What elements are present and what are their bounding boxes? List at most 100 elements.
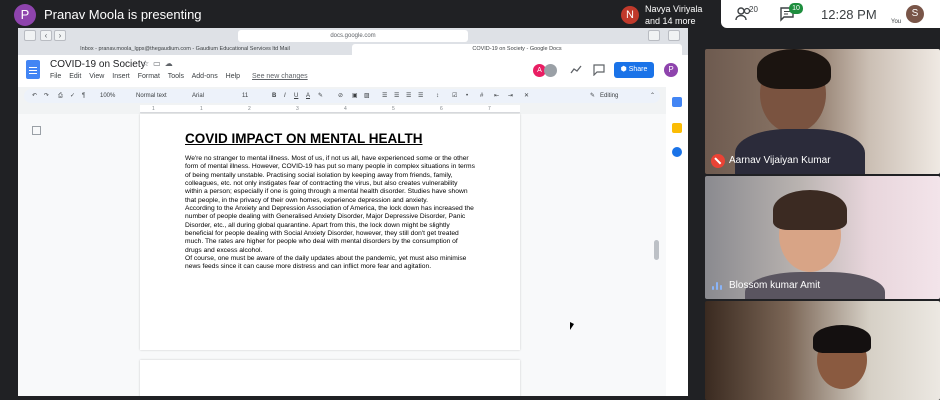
hide-menus-icon[interactable]: ⌃: [650, 91, 655, 101]
star-icon[interactable]: ☆: [142, 59, 153, 68]
bullet-list-icon[interactable]: •: [466, 91, 468, 101]
cloud-status-icon[interactable]: ☁: [165, 59, 177, 68]
paragraph-2: According to the Anxiety and Depression …: [185, 205, 474, 254]
document-page[interactable]: COVID IMPACT ON MENTAL HEALTH We're no s…: [140, 114, 520, 350]
participant-tile[interactable]: [705, 301, 940, 400]
join-notification[interactable]: N Navya Viriyala and 14 more: [617, 2, 711, 28]
document-scrollbar[interactable]: [654, 240, 659, 260]
menu-insert[interactable]: Insert: [112, 73, 130, 80]
comment-icon[interactable]: [593, 64, 605, 76]
insert-image-icon[interactable]: ▨: [364, 91, 370, 101]
align-justify-icon[interactable]: ☰: [418, 91, 423, 101]
menu-add-ons[interactable]: Add-ons: [192, 73, 218, 80]
meet-window: P Pranav Moola is presenting N Navya Vir…: [0, 0, 940, 400]
meet-controls: 20 10 12:28 PM S You: [721, 0, 940, 28]
add-comment-icon[interactable]: ▣: [352, 91, 358, 101]
collaborator-avatar-2[interactable]: [544, 64, 557, 77]
text-color-button[interactable]: A: [306, 91, 310, 101]
sidebar-toggle-button[interactable]: [24, 30, 36, 41]
zoom-select[interactable]: 100%: [100, 90, 115, 102]
activity-trend-icon[interactable]: [570, 64, 582, 76]
align-left-icon[interactable]: ☰: [382, 91, 387, 101]
account-avatar[interactable]: P: [664, 63, 678, 77]
spellcheck-icon[interactable]: ✓: [70, 91, 75, 101]
print-icon[interactable]: ⎙: [58, 91, 63, 101]
address-bar[interactable]: docs.google.com: [238, 30, 468, 42]
presenter-avatar: P: [14, 4, 36, 26]
back-button[interactable]: ‹: [40, 30, 52, 41]
docs-header: COVID-19 on Society ☆▭☁ File Edit View I…: [18, 55, 688, 87]
font-size-select[interactable]: 11: [242, 90, 248, 102]
decrease-indent-icon[interactable]: ⇤: [494, 91, 499, 101]
lock-icon: ⬢: [620, 66, 627, 73]
menu-tools[interactable]: Tools: [168, 73, 184, 80]
numbered-list-icon[interactable]: #: [480, 91, 483, 101]
ruler-mark: 7: [488, 106, 491, 112]
undo-icon[interactable]: ↶: [32, 91, 37, 101]
highlight-icon[interactable]: ✎: [318, 91, 323, 101]
share-button[interactable]: ⬢ Share: [614, 62, 654, 78]
speaking-indicator-icon: [712, 282, 724, 290]
see-new-changes-link[interactable]: See new changes: [252, 73, 308, 80]
style-select[interactable]: Normal text: [136, 90, 167, 102]
italic-button[interactable]: I: [284, 91, 286, 101]
ruler[interactable]: 1 1 2 3 4 5 6 7: [140, 105, 520, 113]
mouse-pointer-icon: [570, 322, 574, 330]
participant-tile[interactable]: Aarnav Vijaiyan Kumar: [705, 49, 940, 174]
move-folder-icon[interactable]: ▭: [153, 59, 165, 68]
ruler-mark: 2: [248, 106, 251, 112]
document-page-2[interactable]: [140, 360, 520, 396]
align-right-icon[interactable]: ☰: [406, 91, 411, 101]
checklist-icon[interactable]: ☑: [452, 91, 457, 101]
presenting-banner: Pranav Moola is presenting: [44, 7, 202, 22]
document-outline-icon[interactable]: [32, 126, 41, 135]
editing-mode-select[interactable]: Editing: [600, 90, 618, 102]
clear-formatting-icon[interactable]: ✕: [524, 91, 529, 101]
document-canvas[interactable]: COVID IMPACT ON MENTAL HEALTH We're no s…: [18, 114, 666, 396]
clock: 12:28 PM: [821, 7, 877, 22]
menu-view[interactable]: View: [89, 73, 104, 80]
docs-logo-icon[interactable]: [26, 60, 40, 79]
mic-off-icon: [711, 154, 725, 168]
menu-help[interactable]: Help: [226, 73, 240, 80]
tab-inbox[interactable]: Inbox - pranav.moola_lgps@thegaudium.com…: [20, 44, 350, 55]
keep-icon[interactable]: [672, 123, 682, 133]
browser-tabs-button[interactable]: [668, 30, 680, 41]
participant-name: Aarnav Vijaiyan Kumar: [729, 155, 831, 166]
title-actions: ☆▭☁: [142, 59, 177, 68]
ruler-mark: 6: [440, 106, 443, 112]
self-avatar[interactable]: S: [906, 5, 924, 23]
menu-format[interactable]: Format: [138, 73, 160, 80]
docs-side-panel: [666, 87, 688, 396]
editing-mode-icon: ✎: [590, 93, 596, 99]
tasks-icon[interactable]: [672, 147, 682, 157]
line-spacing-icon[interactable]: ↕: [436, 91, 439, 101]
menu-file[interactable]: File: [50, 73, 61, 80]
align-center-icon[interactable]: ☰: [394, 91, 399, 101]
participant-name: Blossom kumar Amit: [729, 280, 821, 291]
forward-button[interactable]: ›: [54, 30, 66, 41]
share-label: Share: [628, 66, 648, 73]
link-icon[interactable]: ⊘: [338, 91, 343, 101]
font-select[interactable]: Arial: [192, 90, 204, 102]
menu-edit[interactable]: Edit: [69, 73, 81, 80]
browser-toolbar: ‹ › docs.google.com: [18, 28, 688, 44]
paragraph-1: We're no stranger to mental illness. Mos…: [185, 155, 475, 204]
calendar-icon[interactable]: [672, 97, 682, 107]
browser-share-button[interactable]: [648, 30, 660, 41]
formatting-toolbar: ↶ ↷ ⎙ ✓ ¶ 100% Normal text Arial 11 B I …: [24, 89, 660, 103]
bold-button[interactable]: B: [272, 91, 276, 101]
underline-button[interactable]: U: [294, 91, 298, 101]
chat-count-badge: 10: [789, 3, 803, 14]
redo-icon[interactable]: ↷: [44, 91, 49, 101]
doc-title[interactable]: COVID-19 on Society: [50, 59, 146, 70]
tab-docs[interactable]: COVID-19 on Society - Google Docs: [352, 44, 682, 55]
joiner-avatar: N: [621, 6, 639, 24]
increase-indent-icon[interactable]: ⇥: [508, 91, 513, 101]
paint-format-icon[interactable]: ¶: [82, 91, 85, 101]
ruler-mark: 3: [296, 106, 299, 112]
participant-tile[interactable]: Blossom kumar Amit: [705, 176, 940, 299]
paragraph-3: Of course, one must be aware of the dail…: [185, 255, 467, 271]
docs-menu-bar: File Edit View Insert Format Tools Add-o…: [50, 73, 314, 80]
ruler-mark: 4: [344, 106, 347, 112]
